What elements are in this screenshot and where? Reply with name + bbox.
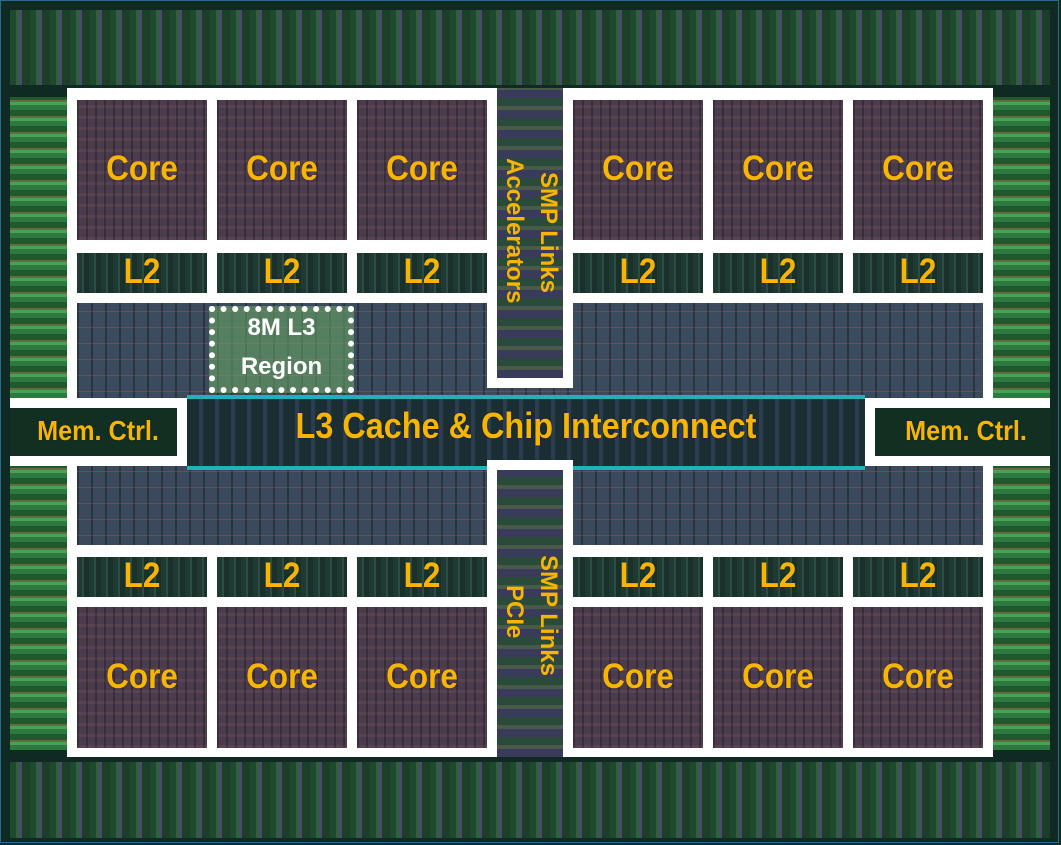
core-label: Core [246, 656, 318, 696]
core-label: Core [882, 656, 954, 696]
l2-cache-label: L2 [263, 252, 301, 291]
l3-region-label-2: Region [240, 353, 323, 380]
core-label: Core [106, 656, 178, 696]
core-label: Core [386, 149, 458, 188]
l2-cache-label: L2 [123, 252, 161, 291]
mem-ctrl-left-label: Mem. Ctrl. [37, 415, 159, 446]
smp-links-bottom-label: SMP Links [535, 555, 562, 676]
top-io-strip [10, 10, 1050, 85]
smp-links-top-label: SMP Links [535, 172, 562, 293]
l2-cache-label: L2 [619, 556, 657, 595]
core-label: Core [246, 149, 318, 188]
l2-cache-label: L2 [123, 556, 161, 595]
l2-cache-label: L2 [759, 252, 797, 291]
l2-cache-label: L2 [899, 252, 937, 291]
mem-ctrl-right-label: Mem. Ctrl. [905, 415, 1027, 446]
l2-cache-label: L2 [263, 556, 301, 595]
bottom-io-strip [10, 762, 1050, 838]
core-label: Core [386, 656, 458, 696]
l2-cache-label: L2 [759, 556, 797, 595]
core-label: Core [602, 656, 674, 696]
l2-cache-label: L2 [619, 252, 657, 291]
core-label: Core [602, 149, 674, 188]
l3-region-label-1: 8M L3 [247, 314, 316, 341]
core-label: Core [106, 149, 178, 188]
l2-cache-label: L2 [403, 556, 441, 595]
pcie-label: PCIe [501, 585, 528, 639]
l2-cache-label: L2 [899, 556, 937, 595]
core-label: Core [882, 149, 954, 188]
core-label: Core [742, 149, 814, 188]
accelerators-label: Accelerators [501, 158, 528, 304]
interconnect-label: L3 Cache & Chip Interconnect [295, 405, 757, 446]
l2-cache-label: L2 [403, 252, 441, 291]
core-label: Core [742, 656, 814, 696]
